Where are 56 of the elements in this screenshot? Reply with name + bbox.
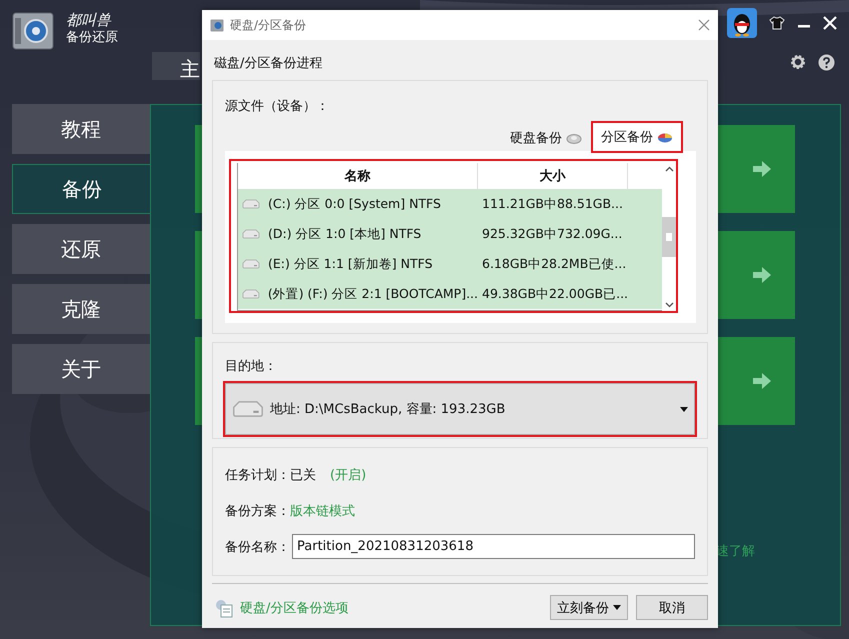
partition-row[interactable]: (外置) (F:) 分区 2:1 [BOOTCAMP]... 49.38GB中22.00GB已... bbox=[238, 279, 662, 309]
penguin-icon[interactable] bbox=[727, 8, 757, 38]
destination-label: 目的地： bbox=[225, 358, 278, 375]
pie-chart-icon bbox=[657, 131, 673, 143]
partition-name: (E:) 分区 1:1 [新加卷] NTFS bbox=[268, 256, 433, 272]
arrow-icon bbox=[753, 161, 771, 177]
dialog-title: 硬盘/分区备份 bbox=[230, 16, 308, 34]
partition-size: 111.21GB中88.51GB... bbox=[482, 196, 623, 212]
safe-icon bbox=[210, 18, 224, 32]
partition-row[interactable]: (D:) 分区 1:0 [本地] NTFS 925.32GB中732.09G... bbox=[238, 219, 662, 249]
scrollbar-thumb[interactable] bbox=[662, 217, 676, 257]
shirt-icon[interactable] bbox=[769, 16, 785, 30]
drive-icon bbox=[242, 259, 260, 269]
partition-size: 6.18GB中28.2MB已使... bbox=[482, 256, 626, 272]
backup-now-button[interactable]: 立刻备份 bbox=[550, 595, 628, 620]
arrow-icon bbox=[753, 373, 771, 389]
partition-name: (D:) 分区 1:0 [本地] NTFS bbox=[268, 226, 422, 242]
main-tab[interactable]: 主 bbox=[152, 52, 200, 80]
nav-item[interactable]: 关于 bbox=[12, 344, 150, 394]
partition-name: (C:) 分区 0:0 [System] NTFS bbox=[268, 196, 441, 212]
cancel-button[interactable]: 取消 bbox=[636, 595, 708, 620]
drive-icon bbox=[242, 199, 260, 209]
scheme-label: 备份方案： bbox=[225, 503, 290, 520]
partition-name: (外置) (F:) 分区 2:1 [BOOTCAMP]... bbox=[268, 286, 478, 302]
destination-dropdown[interactable]: 地址: D:\MCsBackup, 容量: 193.23GB bbox=[225, 383, 695, 435]
caret-icon bbox=[680, 406, 688, 412]
settings-icon[interactable] bbox=[790, 54, 806, 70]
partition-size: 925.32GB中732.09G... bbox=[482, 226, 622, 242]
source-label: 源文件（设备）： bbox=[225, 98, 330, 115]
scroll-down-icon[interactable] bbox=[664, 302, 674, 308]
schedule-label: 任务计划： bbox=[225, 467, 290, 484]
partition-size: 49.38GB中22.00GB已... bbox=[482, 286, 628, 302]
source-tab[interactable]: 分区备份 bbox=[593, 123, 681, 151]
help-icon[interactable] bbox=[818, 54, 835, 71]
app-logo-subtitle: 备份还原 bbox=[66, 29, 118, 46]
nav-item[interactable]: 克隆 bbox=[12, 284, 150, 334]
nav-item[interactable]: 备份 bbox=[12, 164, 151, 214]
schedule-status: 已关 bbox=[290, 467, 316, 484]
arrow-icon bbox=[753, 267, 771, 283]
drive-icon bbox=[242, 229, 260, 239]
safe-icon bbox=[12, 12, 56, 50]
drive-icon bbox=[232, 400, 264, 418]
caret-icon bbox=[613, 605, 621, 610]
disk-icon bbox=[566, 132, 582, 144]
partition-row[interactable]: (E:) 分区 1:1 [新加卷] NTFS 6.18GB中28.2MB已使... bbox=[238, 249, 662, 279]
partition-row[interactable]: (C:) 分区 0:0 [System] NTFS 111.21GB中88.51GB... bbox=[238, 189, 662, 219]
app-logo-title: 都叫兽 bbox=[66, 12, 112, 29]
nav-item[interactable]: 教程 bbox=[12, 104, 150, 154]
drive-icon bbox=[242, 289, 260, 299]
source-tab[interactable]: 硬盘备份 bbox=[502, 125, 590, 151]
scroll-up-icon[interactable] bbox=[664, 166, 674, 172]
document-icon bbox=[214, 598, 234, 618]
section-heading: 磁盘/分区备份进程 bbox=[214, 55, 324, 72]
backup-name-field[interactable]: Partition_20210831203618 bbox=[292, 534, 695, 559]
name-label: 备份名称： bbox=[225, 538, 290, 556]
nav-item[interactable]: 还原 bbox=[12, 224, 150, 274]
